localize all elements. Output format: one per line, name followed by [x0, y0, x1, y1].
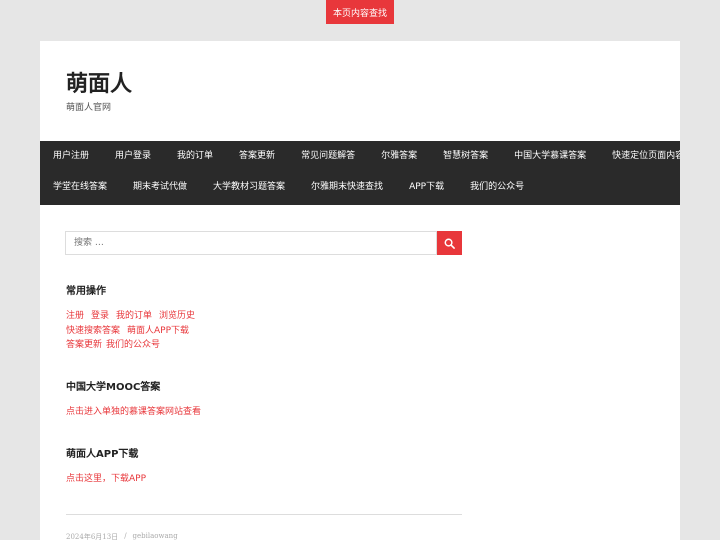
nav-item-faq[interactable]: 常见问题解答 [288, 141, 368, 172]
post-meta: 2024年6月13日 / gebilaowang [66, 532, 178, 540]
post-author[interactable]: gebilaowang [133, 532, 178, 540]
page-container: 萌面人 萌面人官网 用户注册 用户登录 我的订单 答案更新 常见问题解答 尔雅答… [40, 41, 680, 540]
common-links-line-2: 快速搜索答案 萌面人APP下载 [66, 323, 189, 336]
nav-row-2: 学堂在线答案 期末考试代做 大学教材习题答案 尔雅期末快速查找 APP下载 我们… [40, 172, 537, 203]
search-input[interactable] [65, 231, 437, 255]
site-description: 萌面人官网 [66, 103, 112, 113]
widget-title-app: 萌面人APP下载 [66, 449, 139, 460]
link-browse-history[interactable]: 浏览历史 [159, 308, 195, 321]
nav-item-erya-answers[interactable]: 尔雅答案 [368, 141, 430, 172]
link-answer-updates[interactable]: 答案更新 [66, 337, 102, 350]
link-mooc-site[interactable]: 点击进入单独的慕课答案网站查看 [66, 404, 201, 417]
nav-item-register[interactable]: 用户注册 [40, 141, 102, 172]
nav-item-quick-locate[interactable]: 快速定位页面内容 [599, 141, 680, 172]
link-login[interactable]: 登录 [91, 308, 109, 321]
link-official-account[interactable]: 我们的公众号 [106, 337, 160, 350]
nav-item-official-account[interactable]: 我们的公众号 [457, 172, 537, 203]
link-download-app[interactable]: 点击这里，下载APP [66, 471, 146, 484]
meta-separator: / [124, 532, 127, 540]
site-title[interactable]: 萌面人 [66, 66, 132, 98]
link-quick-search[interactable]: 快速搜索答案 [66, 323, 120, 336]
page-content-search-button[interactable]: 本页内容查找 [326, 0, 394, 24]
common-links-line-1: 注册 登录 我的订单 浏览历史 [66, 308, 195, 321]
mooc-links: 点击进入单独的慕课答案网站查看 [66, 404, 201, 417]
widget-title-mooc: 中国大学MOOC答案 [66, 382, 161, 393]
nav-item-xuetang-answers[interactable]: 学堂在线答案 [40, 172, 120, 203]
widget-title-common: 常用操作 [66, 286, 106, 297]
nav-item-my-orders[interactable]: 我的订单 [164, 141, 226, 172]
app-links: 点击这里，下载APP [66, 471, 146, 484]
nav-item-final-exam[interactable]: 期末考试代做 [120, 172, 200, 203]
nav-item-zhihuishu-answers[interactable]: 智慧树答案 [430, 141, 501, 172]
nav-item-textbook-answers[interactable]: 大学教材习题答案 [200, 172, 298, 203]
common-links-line-3: 答案更新 我们的公众号 [66, 337, 160, 350]
search-icon [444, 238, 455, 249]
nav-item-answer-updates[interactable]: 答案更新 [226, 141, 288, 172]
link-my-orders[interactable]: 我的订单 [116, 308, 152, 321]
content-divider [66, 514, 462, 515]
link-app-download[interactable]: 萌面人APP下载 [127, 323, 189, 336]
nav-item-mooc-answers[interactable]: 中国大学慕课答案 [501, 141, 599, 172]
nav-row-1: 用户注册 用户登录 我的订单 答案更新 常见问题解答 尔雅答案 智慧树答案 中国… [40, 141, 680, 172]
nav-item-erya-final-search[interactable]: 尔雅期末快速查找 [298, 172, 396, 203]
link-register[interactable]: 注册 [66, 308, 84, 321]
post-date[interactable]: 2024年6月13日 [66, 532, 118, 540]
search-button[interactable] [437, 231, 462, 255]
main-navigation: 用户注册 用户登录 我的订单 答案更新 常见问题解答 尔雅答案 智慧树答案 中国… [40, 141, 680, 205]
nav-item-login[interactable]: 用户登录 [102, 141, 164, 172]
search-form [65, 231, 462, 255]
nav-item-app-download[interactable]: APP下载 [396, 172, 457, 203]
